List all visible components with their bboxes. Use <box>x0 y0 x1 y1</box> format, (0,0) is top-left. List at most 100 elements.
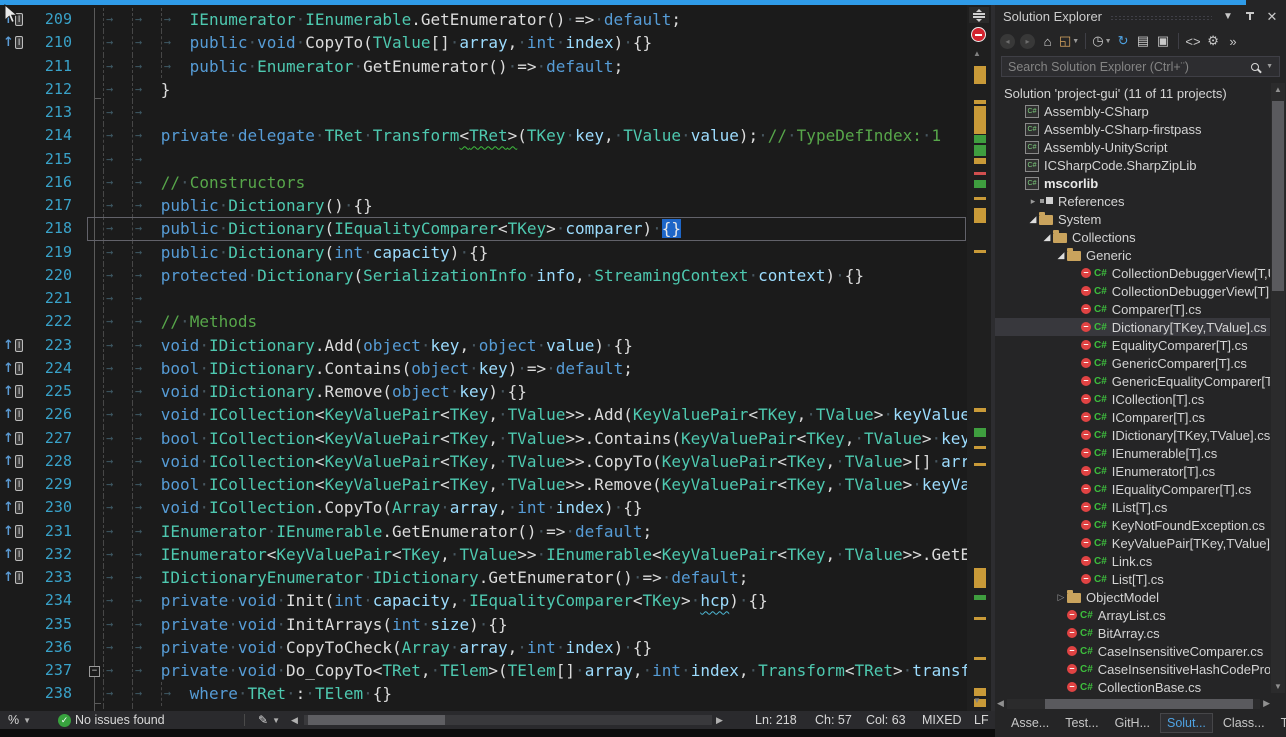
tree-item-caseinsensitivehashcodeprovider-cs[interactable]: –C#CaseInsensitiveHashCodeProvider.cs <box>995 660 1270 678</box>
tree-item-equalitycomparer-t-cs[interactable]: –C#EqualityComparer[T].cs <box>995 336 1270 354</box>
tree-item-collectionbase-cs[interactable]: –C#CollectionBase.cs <box>995 678 1270 695</box>
outlining-margin[interactable] <box>85 682 103 705</box>
view-code-icon[interactable]: <> <box>1185 32 1202 50</box>
code-text[interactable]: void·ICollection<KeyValuePair<TKey,·TVal… <box>161 450 967 473</box>
line-number[interactable]: 213 <box>30 101 85 124</box>
search-box[interactable]: Search Solution Explorer (Ctrl+¨) ▼ <box>1001 56 1280 77</box>
tree-item-system[interactable]: ◢System <box>995 210 1270 228</box>
code-text[interactable]: public·Dictionary(int·capacity)·{} <box>161 241 489 264</box>
code-lines[interactable]: ↑I209→→→IEnumerator·IEnumerable.GetEnume… <box>0 8 967 711</box>
line-number[interactable]: 226 <box>30 403 85 426</box>
tool-tab-asse[interactable]: Asse... <box>1005 714 1055 732</box>
code-text[interactable]: void·ICollection.CopyTo(Array·array,·int… <box>161 496 643 519</box>
line-number[interactable]: 210 <box>30 31 85 54</box>
code-line[interactable]: ↑I223→→void·IDictionary.Add(object·key,·… <box>0 334 967 357</box>
code-text[interactable]: public·Dictionary()·{} <box>161 194 373 217</box>
tree-item-collections[interactable]: ◢Collections <box>995 228 1270 246</box>
tree-hscrollbar-thumb[interactable] <box>1045 699 1253 709</box>
outlining-margin[interactable] <box>85 101 103 124</box>
line-number[interactable]: 215 <box>30 148 85 171</box>
show-all-files-icon[interactable]: ▣ <box>1155 32 1172 50</box>
line-number[interactable]: 219 <box>30 241 85 264</box>
outlining-margin[interactable] <box>85 520 103 543</box>
implements-interface-icon[interactable]: ↑I <box>0 403 30 426</box>
tree-item-genericequalitycomparer-t-cs[interactable]: –C#GenericEqualityComparer[T].cs <box>995 372 1270 390</box>
outlining-margin[interactable] <box>85 357 103 380</box>
forward-icon[interactable]: ▸ <box>1019 32 1036 50</box>
implements-interface-icon[interactable]: ↑I <box>0 543 30 566</box>
editor-scrollbar[interactable]: ▲ ▼ <box>967 5 991 711</box>
outlining-margin[interactable] <box>85 427 103 450</box>
titlebar-grip[interactable] <box>1110 15 1212 22</box>
tree-item-idictionary-tkey-tvalue-cs[interactable]: –C#IDictionary[TKey,TValue].cs <box>995 426 1270 444</box>
tree-item-ienumerable-t-cs[interactable]: –C#IEnumerable[T].cs <box>995 444 1270 462</box>
implements-interface-icon[interactable]: ↑I <box>0 380 30 403</box>
properties-wrench-icon[interactable]: ⚙ <box>1205 32 1222 50</box>
code-line[interactable]: 219→→public·Dictionary(int·capacity)·{} <box>0 241 967 264</box>
collapsed-arrow-icon[interactable]: ▷ <box>1055 592 1067 603</box>
tree-vertical-scrollbar[interactable]: ▲ ▼ <box>1271 83 1285 693</box>
implements-interface-icon[interactable]: ↑I <box>0 520 30 543</box>
outlining-margin[interactable] <box>85 636 103 659</box>
outlining-margin[interactable] <box>85 171 103 194</box>
line-number[interactable]: 238 <box>30 682 85 705</box>
code-text[interactable]: } <box>161 78 171 101</box>
line-number[interactable]: 235 <box>30 613 85 636</box>
code-line[interactable]: ↑I232→→IEnumerator<KeyValuePair<TKey,·TV… <box>0 543 967 566</box>
switch-views-icon[interactable]: ◱▼ <box>1059 32 1079 50</box>
outlining-margin[interactable] <box>85 543 103 566</box>
code-line[interactable]: 237−→→private·void·Do_CopyTo<TRet,·TElem… <box>0 659 967 682</box>
implements-interface-icon[interactable]: ↑I <box>0 334 30 357</box>
code-line[interactable]: 221→→ <box>0 287 967 310</box>
document-health-error-icon[interactable] <box>971 27 986 42</box>
outlining-margin[interactable] <box>85 589 103 612</box>
scroll-up-arrow-icon[interactable]: ▲ <box>973 49 981 58</box>
home-icon[interactable]: ⌂ <box>1039 32 1056 50</box>
tool-tab-tea[interactable]: Tea... <box>1275 714 1286 732</box>
refresh-icon[interactable]: ↻ <box>1115 32 1132 50</box>
code-text[interactable]: where·TRet·:·TElem·{} <box>190 682 392 705</box>
outlining-margin[interactable] <box>85 217 103 240</box>
implements-interface-icon[interactable]: ↑I <box>0 450 30 473</box>
tree-scrollbar-thumb[interactable] <box>1272 101 1284 291</box>
line-number[interactable]: 212 <box>30 78 85 101</box>
editor-hscrollbar[interactable] <box>304 715 712 725</box>
tree-item-collectiondebuggerview-t-u-cs[interactable]: –C#CollectionDebuggerView[T,U].cs <box>995 264 1270 282</box>
code-line[interactable]: 216→→//·Constructors <box>0 171 967 194</box>
tree-item-icsharpcode-sharpziplib[interactable]: C#ICSharpCode.SharpZipLib <box>995 156 1270 174</box>
tree-item-mscorlib[interactable]: C#mscorlib <box>995 174 1270 192</box>
line-number[interactable]: 221 <box>30 287 85 310</box>
outlining-margin[interactable] <box>85 380 103 403</box>
code-text[interactable]: bool·IDictionary.Contains(object·key)·=>… <box>161 357 633 380</box>
line-number[interactable]: 229 <box>30 473 85 496</box>
tree-item-caseinsensitivecomparer-cs[interactable]: –C#CaseInsensitiveComparer.cs <box>995 642 1270 660</box>
code-text[interactable]: public·Dictionary(IEqualityComparer<TKey… <box>161 217 681 240</box>
code-text[interactable]: //·Constructors <box>161 171 306 194</box>
tree-item-assembly-csharp-firstpass[interactable]: C#Assembly-CSharp-firstpass <box>995 120 1270 138</box>
code-text[interactable]: private·void·CopyToCheck(Array·array,·in… <box>161 636 652 659</box>
tool-tab-class[interactable]: Class... <box>1217 714 1271 732</box>
outlining-margin[interactable]: − <box>85 659 103 682</box>
code-line[interactable]: 234→→private·void·Init(int·capacity,·IEq… <box>0 589 967 612</box>
outlining-margin[interactable] <box>85 31 103 54</box>
line-number[interactable]: 224 <box>30 357 85 380</box>
tree-item-link-cs[interactable]: –C#Link.cs <box>995 552 1270 570</box>
line-number[interactable]: 214 <box>30 124 85 147</box>
brush-icon[interactable]: ✎ <box>258 713 268 727</box>
outlining-margin[interactable] <box>85 613 103 636</box>
back-icon[interactable]: ◂ <box>999 32 1016 50</box>
code-line[interactable]: 235→→private·void·InitArrays(int·size)·{… <box>0 613 967 636</box>
implements-interface-icon[interactable]: ↑I <box>0 473 30 496</box>
tree-item-collectiondebuggerview-t-cs[interactable]: –C#CollectionDebuggerView[T].cs <box>995 282 1270 300</box>
tree-item-arraylist-cs[interactable]: –C#ArrayList.cs <box>995 606 1270 624</box>
code-text[interactable]: IDictionaryEnumerator·IDictionary.GetEnu… <box>161 566 749 589</box>
hscroll-right-icon[interactable]: ▶ <box>716 711 723 729</box>
tree-item-ilist-t-cs[interactable]: –C#IList[T].cs <box>995 498 1270 516</box>
code-text[interactable]: bool·ICollection<KeyValuePair<TKey,·TVal… <box>161 427 967 450</box>
outlining-margin[interactable] <box>85 78 103 101</box>
hscroll-left-icon[interactable]: ◀ <box>291 711 298 729</box>
code-text[interactable]: public·Enumerator·GetEnumerator()·=>·def… <box>190 55 624 78</box>
outlining-margin[interactable] <box>85 264 103 287</box>
tree-item-objectmodel[interactable]: ▷ObjectModel <box>995 588 1270 606</box>
line-number[interactable]: 217 <box>30 194 85 217</box>
